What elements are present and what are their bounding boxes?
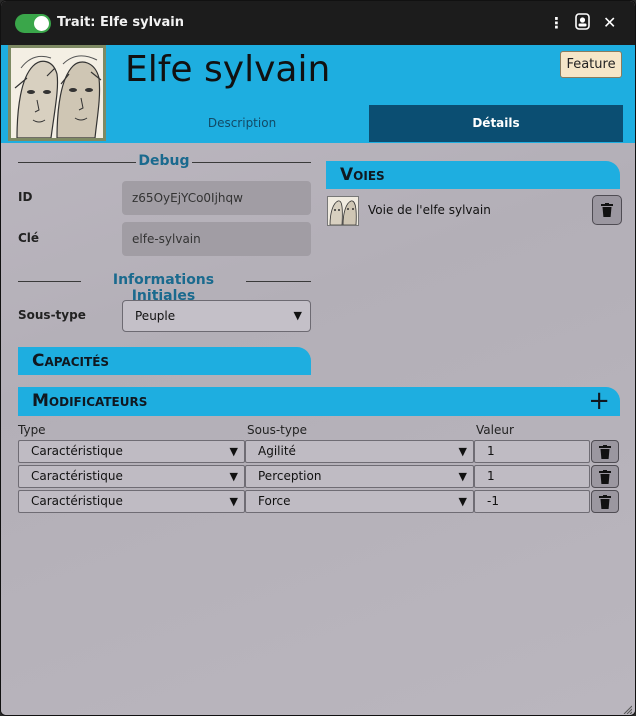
chevron-down-icon: ▼ bbox=[458, 470, 467, 483]
modifier-subtype-value: Force bbox=[258, 494, 291, 508]
token-icon[interactable] bbox=[575, 13, 590, 35]
col-value-header: Valeur bbox=[476, 423, 514, 437]
modificateurs-header: Modificateurs + bbox=[18, 387, 620, 416]
sheet-header: Elfe sylvain Feature Description Détails bbox=[1, 45, 635, 143]
debug-rule-left bbox=[18, 162, 136, 163]
vertical-ellipsis-icon[interactable]: ⋮ bbox=[549, 13, 564, 33]
tab-details[interactable]: Détails bbox=[369, 105, 623, 142]
subtype-select-value: Peuple bbox=[135, 309, 176, 323]
toggle-knob bbox=[34, 16, 49, 31]
delete-modifier-button[interactable] bbox=[591, 490, 619, 513]
item-type-badge: Feature bbox=[560, 51, 622, 78]
modifier-subtype-value: Agilité bbox=[258, 444, 296, 458]
capacites-header: Capacités bbox=[18, 347, 311, 375]
window-title: Trait: Elfe sylvain bbox=[57, 15, 184, 30]
resize-grip-icon[interactable] bbox=[622, 704, 632, 714]
voies-title: Voies bbox=[340, 165, 385, 185]
chevron-down-icon: ▼ bbox=[229, 445, 238, 458]
enable-toggle[interactable] bbox=[15, 14, 51, 33]
debug-rule-right bbox=[192, 162, 311, 163]
trash-icon bbox=[599, 495, 611, 509]
window-titlebar[interactable]: Trait: Elfe sylvain ⋮ ✕ bbox=[1, 1, 635, 45]
modifier-type-value: Caractéristique bbox=[31, 494, 123, 508]
col-subtype-header: Sous-type bbox=[247, 423, 307, 437]
trash-icon bbox=[601, 203, 613, 217]
close-icon[interactable]: ✕ bbox=[603, 13, 616, 33]
item-name[interactable]: Elfe sylvain bbox=[125, 49, 330, 90]
modifier-type-select[interactable]: Caractéristique ▼ bbox=[18, 490, 245, 513]
sheet-content: Elfe sylvain Feature Description Détails… bbox=[1, 45, 635, 715]
id-label: ID bbox=[18, 190, 33, 204]
initial-rule-left bbox=[18, 281, 81, 282]
chevron-down-icon: ▼ bbox=[229, 495, 238, 508]
col-type-header: Type bbox=[18, 423, 46, 437]
modifier-type-select[interactable]: Caractéristique ▼ bbox=[18, 440, 245, 463]
modifier-value-input[interactable]: -1 bbox=[474, 490, 590, 513]
chevron-down-icon: ▼ bbox=[458, 495, 467, 508]
delete-modifier-button[interactable] bbox=[591, 465, 619, 488]
voie-item-label[interactable]: Voie de l'elfe sylvain bbox=[368, 203, 491, 217]
key-label: Clé bbox=[18, 231, 40, 245]
key-field[interactable]: elfe-sylvain bbox=[122, 222, 311, 256]
modifier-value-input[interactable]: 1 bbox=[474, 440, 590, 463]
modifier-subtype-select[interactable]: Perception ▼ bbox=[245, 465, 474, 488]
chevron-down-icon: ▼ bbox=[229, 470, 238, 483]
modifier-subtype-select[interactable]: Agilité ▼ bbox=[245, 440, 474, 463]
chevron-down-icon: ▼ bbox=[293, 309, 302, 322]
subtype-label: Sous-type bbox=[18, 308, 86, 322]
item-portrait-image[interactable] bbox=[8, 45, 106, 141]
modifier-type-value: Caractéristique bbox=[31, 444, 123, 458]
modifier-type-select[interactable]: Caractéristique ▼ bbox=[18, 465, 245, 488]
modificateurs-title: Modificateurs bbox=[32, 391, 148, 411]
chevron-down-icon: ▼ bbox=[458, 445, 467, 458]
delete-voie-button[interactable] bbox=[592, 195, 622, 225]
subtype-select[interactable]: Peuple ▼ bbox=[122, 300, 311, 332]
modifier-value-input[interactable]: 1 bbox=[474, 465, 590, 488]
voie-thumbnail-image[interactable] bbox=[327, 196, 359, 226]
add-modifier-button[interactable]: + bbox=[588, 387, 610, 415]
modifier-subtype-select[interactable]: Force ▼ bbox=[245, 490, 474, 513]
modifier-subtype-value: Perception bbox=[258, 469, 322, 483]
item-sheet-window: Trait: Elfe sylvain ⋮ ✕ Elfe sylvain Fea… bbox=[0, 0, 636, 716]
initial-rule-right bbox=[246, 281, 311, 282]
voies-header: Voies bbox=[326, 161, 620, 189]
capacites-title: Capacités bbox=[32, 351, 110, 371]
modifier-type-value: Caractéristique bbox=[31, 469, 123, 483]
debug-section-title: Debug bbox=[138, 153, 190, 169]
trash-icon bbox=[599, 470, 611, 484]
id-field: z65OyEjYCo0Ijhqw bbox=[122, 181, 311, 215]
tab-description[interactable]: Description bbox=[115, 105, 369, 142]
delete-modifier-button[interactable] bbox=[591, 440, 619, 463]
trash-icon bbox=[599, 445, 611, 459]
